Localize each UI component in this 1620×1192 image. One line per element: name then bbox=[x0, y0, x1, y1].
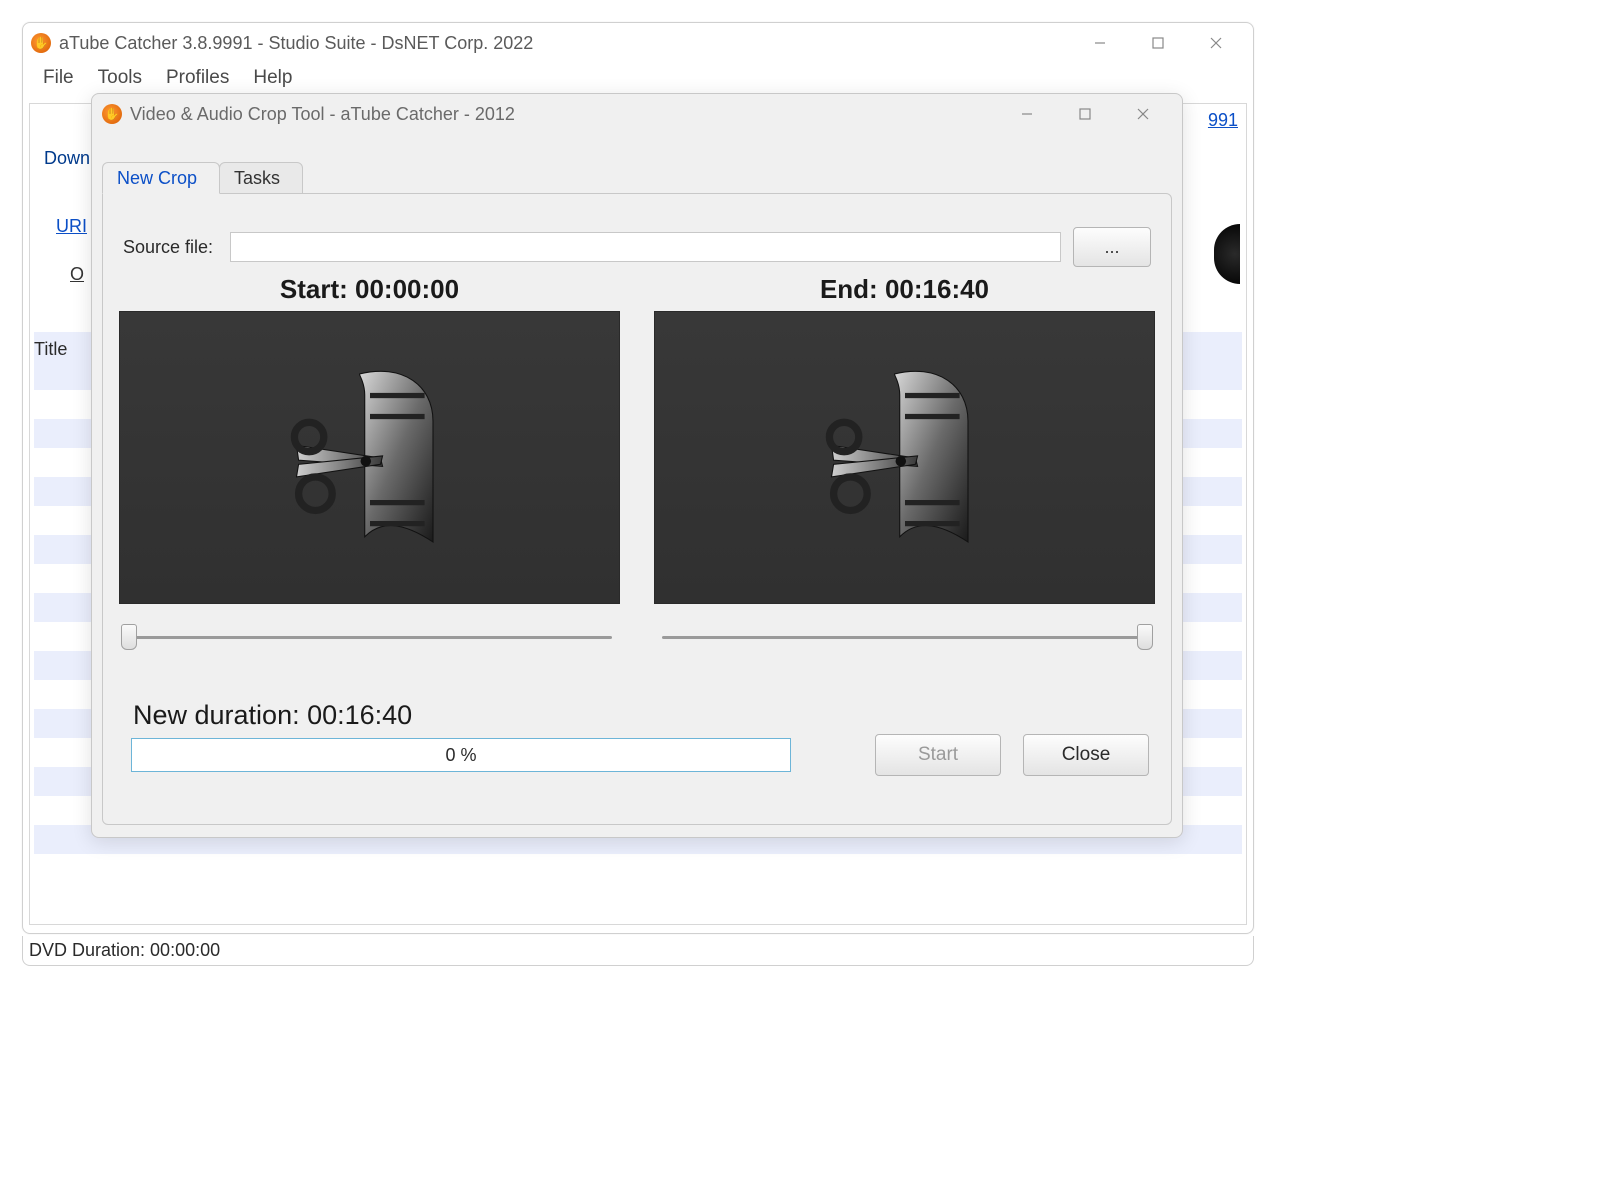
partial-output-label: O bbox=[70, 264, 84, 285]
main-minimize-button[interactable] bbox=[1071, 27, 1129, 59]
start-button[interactable]: Start bbox=[875, 734, 1001, 776]
start-slider[interactable] bbox=[119, 622, 620, 652]
modal-window-controls bbox=[998, 98, 1172, 130]
main-window-title: aTube Catcher 3.8.9991 - Studio Suite - … bbox=[59, 33, 1071, 54]
main-statusbar: DVD Duration: 00:00:00 bbox=[22, 936, 1254, 966]
main-close-button[interactable] bbox=[1187, 27, 1245, 59]
minimize-icon bbox=[1020, 107, 1034, 121]
menu-help[interactable]: Help bbox=[243, 64, 302, 92]
new-duration-label: New duration: 00:16:40 bbox=[133, 700, 412, 731]
close-icon bbox=[1209, 36, 1223, 50]
app-icon: ✋ bbox=[102, 104, 122, 124]
modal-action-buttons: Start Close bbox=[875, 734, 1149, 776]
menu-file[interactable]: File bbox=[33, 64, 84, 92]
maximize-icon bbox=[1151, 36, 1165, 50]
modal-maximize-button[interactable] bbox=[1056, 98, 1114, 130]
scissors-film-icon bbox=[800, 363, 1010, 553]
partial-url-link[interactable]: URI bbox=[56, 216, 87, 237]
new-crop-panel: Source file: ... Start: 00:00:00 bbox=[102, 193, 1172, 825]
crop-tool-window: ✋ Video & Audio Crop Tool - aTube Catche… bbox=[91, 93, 1183, 838]
main-menubar: File Tools Profiles Help bbox=[23, 63, 1253, 93]
end-slider[interactable] bbox=[654, 622, 1155, 652]
modal-titlebar: ✋ Video & Audio Crop Tool - aTube Catche… bbox=[92, 94, 1182, 134]
modal-window-title: Video & Audio Crop Tool - aTube Catcher … bbox=[130, 104, 998, 125]
progress-bar: 0 % bbox=[131, 738, 791, 772]
end-time-label: End: 00:16:40 bbox=[820, 274, 989, 305]
modal-close-button[interactable] bbox=[1114, 98, 1172, 130]
menu-tools[interactable]: Tools bbox=[88, 64, 152, 92]
slider-track bbox=[662, 636, 1147, 639]
end-preview-column: End: 00:16:40 bbox=[654, 274, 1155, 604]
tab-new-crop[interactable]: New Crop bbox=[102, 162, 220, 194]
menu-profiles[interactable]: Profiles bbox=[156, 64, 239, 92]
slider-thumb[interactable] bbox=[1137, 624, 1153, 650]
top-right-link-fragment[interactable]: 991 bbox=[1208, 110, 1238, 131]
partial-tab-label[interactable]: Down bbox=[44, 148, 90, 169]
slider-thumb[interactable] bbox=[121, 624, 137, 650]
slider-track bbox=[127, 636, 612, 639]
partial-circular-graphic bbox=[1214, 224, 1240, 284]
statusbar-text: DVD Duration: 00:00:00 bbox=[29, 940, 220, 961]
close-icon bbox=[1136, 107, 1150, 121]
close-button[interactable]: Close bbox=[1023, 734, 1149, 776]
browse-button[interactable]: ... bbox=[1073, 227, 1151, 267]
end-preview-box bbox=[654, 311, 1155, 604]
app-icon: ✋ bbox=[31, 33, 51, 53]
preview-row: Start: 00:00:00 bbox=[119, 274, 1155, 604]
source-file-row: Source file: ... bbox=[123, 230, 1151, 264]
minimize-icon bbox=[1093, 36, 1107, 50]
scissors-film-icon bbox=[265, 363, 475, 553]
modal-minimize-button[interactable] bbox=[998, 98, 1056, 130]
tab-tasks[interactable]: Tasks bbox=[219, 162, 303, 194]
main-window-controls bbox=[1071, 27, 1245, 59]
source-file-input[interactable] bbox=[230, 232, 1061, 262]
sliders-row bbox=[119, 622, 1155, 658]
modal-tabs: New Crop Tasks bbox=[102, 162, 302, 194]
start-time-label: Start: 00:00:00 bbox=[280, 274, 459, 305]
source-file-label: Source file: bbox=[123, 237, 218, 258]
progress-text: 0 % bbox=[445, 745, 476, 766]
main-titlebar: ✋ aTube Catcher 3.8.9991 - Studio Suite … bbox=[23, 23, 1253, 63]
column-header-title[interactable]: Title bbox=[34, 339, 67, 360]
main-maximize-button[interactable] bbox=[1129, 27, 1187, 59]
start-preview-column: Start: 00:00:00 bbox=[119, 274, 620, 604]
start-preview-box bbox=[119, 311, 620, 604]
maximize-icon bbox=[1078, 107, 1092, 121]
